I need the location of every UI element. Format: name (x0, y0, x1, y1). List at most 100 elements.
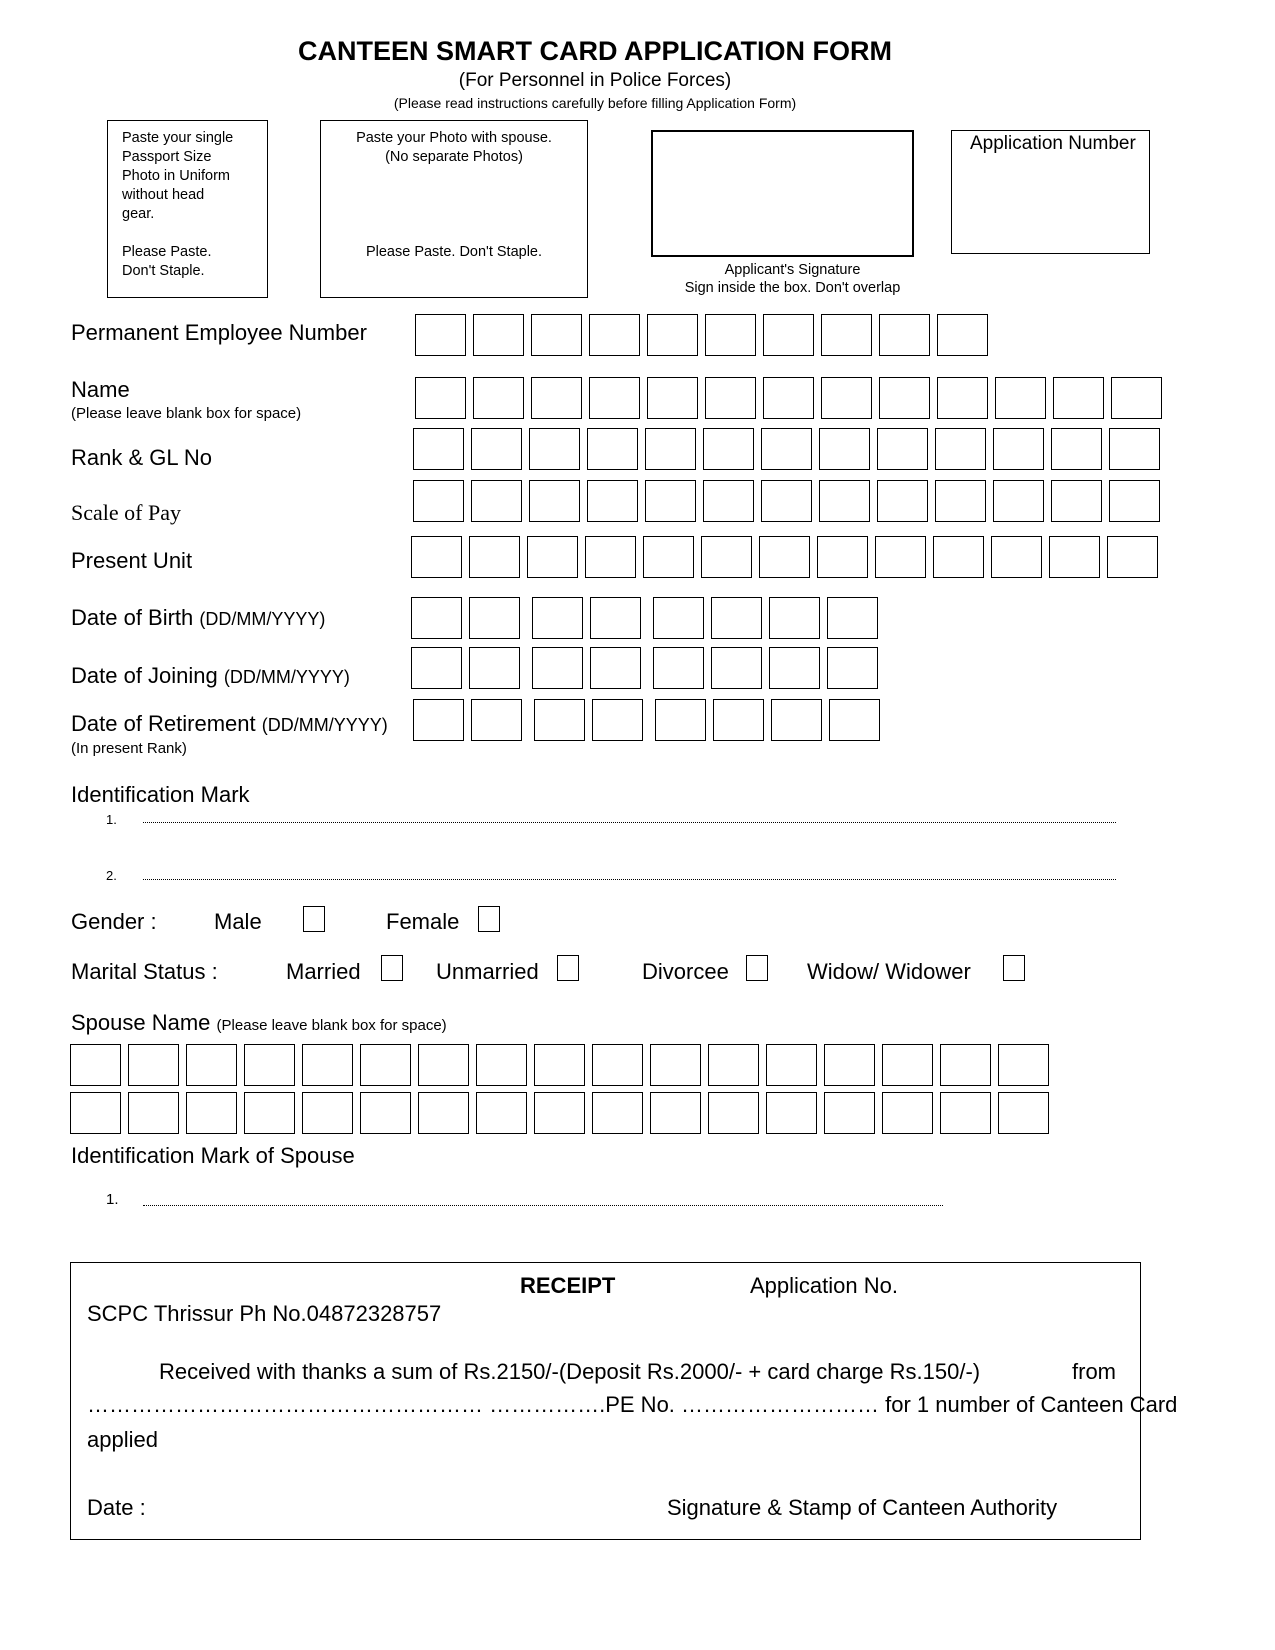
spouse-photo-box[interactable]: Paste your Photo with spouse. (No separa… (320, 120, 588, 298)
doj-char-box[interactable] (411, 647, 462, 689)
spouse-name-2-char-box[interactable] (650, 1092, 701, 1134)
doj-char-box[interactable] (469, 647, 520, 689)
spouse-name-1-char-box[interactable] (70, 1044, 121, 1086)
widow-checkbox[interactable] (1003, 955, 1025, 981)
present-unit-char-box[interactable] (933, 536, 984, 578)
scale-of-pay-char-box[interactable] (587, 480, 638, 522)
female-checkbox[interactable] (478, 906, 500, 932)
spouse-name-1-char-box[interactable] (476, 1044, 527, 1086)
pen-char-box[interactable] (937, 314, 988, 356)
doj-char-box[interactable] (711, 647, 762, 689)
scale-of-pay-char-box[interactable] (935, 480, 986, 522)
doj-char-box[interactable] (827, 647, 878, 689)
spouse-name-1-char-box[interactable] (360, 1044, 411, 1086)
name-char-box[interactable] (937, 377, 988, 419)
spouse-name-1-char-box[interactable] (186, 1044, 237, 1086)
name-char-box[interactable] (647, 377, 698, 419)
id-mark-2-line[interactable] (143, 879, 1116, 880)
scale-of-pay-char-box[interactable] (413, 480, 464, 522)
dob-char-box[interactable] (532, 597, 583, 639)
spouse-name-2-char-box[interactable] (476, 1092, 527, 1134)
dor-char-box[interactable] (534, 699, 585, 741)
present-unit-char-box[interactable] (411, 536, 462, 578)
present-unit-char-box[interactable] (1049, 536, 1100, 578)
spouse-name-1-char-box[interactable] (882, 1044, 933, 1086)
spouse-name-2-char-box[interactable] (766, 1092, 817, 1134)
dob-char-box[interactable] (827, 597, 878, 639)
name-char-box[interactable] (705, 377, 756, 419)
pen-char-box[interactable] (531, 314, 582, 356)
pen-char-box[interactable] (415, 314, 466, 356)
scale-of-pay-char-box[interactable] (703, 480, 754, 522)
name-char-box[interactable] (995, 377, 1046, 419)
scale-of-pay-char-box[interactable] (877, 480, 928, 522)
dob-char-box[interactable] (769, 597, 820, 639)
name-char-box[interactable] (531, 377, 582, 419)
unmarried-checkbox[interactable] (557, 955, 579, 981)
name-char-box[interactable] (1053, 377, 1104, 419)
present-unit-char-box[interactable] (759, 536, 810, 578)
pen-char-box[interactable] (589, 314, 640, 356)
scale-of-pay-char-box[interactable] (761, 480, 812, 522)
spouse-name-1-char-box[interactable] (534, 1044, 585, 1086)
name-char-box[interactable] (763, 377, 814, 419)
divorcee-checkbox[interactable] (746, 955, 768, 981)
name-char-box[interactable] (589, 377, 640, 419)
spouse-name-1-char-box[interactable] (824, 1044, 875, 1086)
pen-char-box[interactable] (473, 314, 524, 356)
present-unit-char-box[interactable] (527, 536, 578, 578)
present-unit-char-box[interactable] (817, 536, 868, 578)
id-mark-1-line[interactable] (143, 822, 1116, 823)
name-char-box[interactable] (821, 377, 872, 419)
name-char-box[interactable] (473, 377, 524, 419)
doj-char-box[interactable] (653, 647, 704, 689)
spouse-name-1-char-box[interactable] (940, 1044, 991, 1086)
dob-char-box[interactable] (469, 597, 520, 639)
male-checkbox[interactable] (303, 906, 325, 932)
spouse-name-2-char-box[interactable] (998, 1092, 1049, 1134)
dor-char-box[interactable] (829, 699, 880, 741)
dob-char-box[interactable] (711, 597, 762, 639)
dor-char-box[interactable] (592, 699, 643, 741)
dor-char-box[interactable] (655, 699, 706, 741)
doj-char-box[interactable] (532, 647, 583, 689)
dor-char-box[interactable] (413, 699, 464, 741)
rank-char-box[interactable] (1051, 428, 1102, 470)
spouse-name-1-char-box[interactable] (998, 1044, 1049, 1086)
doj-char-box[interactable] (769, 647, 820, 689)
spouse-name-2-char-box[interactable] (708, 1092, 759, 1134)
present-unit-char-box[interactable] (875, 536, 926, 578)
dob-char-box[interactable] (590, 597, 641, 639)
dob-char-box[interactable] (653, 597, 704, 639)
present-unit-char-box[interactable] (701, 536, 752, 578)
spouse-name-2-char-box[interactable] (824, 1092, 875, 1134)
spouse-name-1-char-box[interactable] (418, 1044, 469, 1086)
spouse-id-mark-line[interactable] (143, 1205, 943, 1206)
pen-char-box[interactable] (647, 314, 698, 356)
rank-char-box[interactable] (413, 428, 464, 470)
dor-char-box[interactable] (713, 699, 764, 741)
spouse-name-2-char-box[interactable] (882, 1092, 933, 1134)
rank-char-box[interactable] (993, 428, 1044, 470)
rank-char-box[interactable] (877, 428, 928, 470)
scale-of-pay-char-box[interactable] (1051, 480, 1102, 522)
spouse-name-1-char-box[interactable] (244, 1044, 295, 1086)
present-unit-char-box[interactable] (643, 536, 694, 578)
scale-of-pay-char-box[interactable] (1109, 480, 1160, 522)
rank-char-box[interactable] (703, 428, 754, 470)
pen-char-box[interactable] (821, 314, 872, 356)
spouse-name-2-char-box[interactable] (360, 1092, 411, 1134)
spouse-name-2-char-box[interactable] (940, 1092, 991, 1134)
spouse-name-2-char-box[interactable] (70, 1092, 121, 1134)
rank-char-box[interactable] (1109, 428, 1160, 470)
spouse-name-2-char-box[interactable] (418, 1092, 469, 1134)
pen-char-box[interactable] (763, 314, 814, 356)
signature-box[interactable] (651, 130, 914, 257)
dor-char-box[interactable] (471, 699, 522, 741)
scale-of-pay-char-box[interactable] (471, 480, 522, 522)
spouse-name-2-char-box[interactable] (302, 1092, 353, 1134)
pen-char-box[interactable] (705, 314, 756, 356)
spouse-name-1-char-box[interactable] (592, 1044, 643, 1086)
present-unit-char-box[interactable] (1107, 536, 1158, 578)
spouse-name-2-char-box[interactable] (534, 1092, 585, 1134)
